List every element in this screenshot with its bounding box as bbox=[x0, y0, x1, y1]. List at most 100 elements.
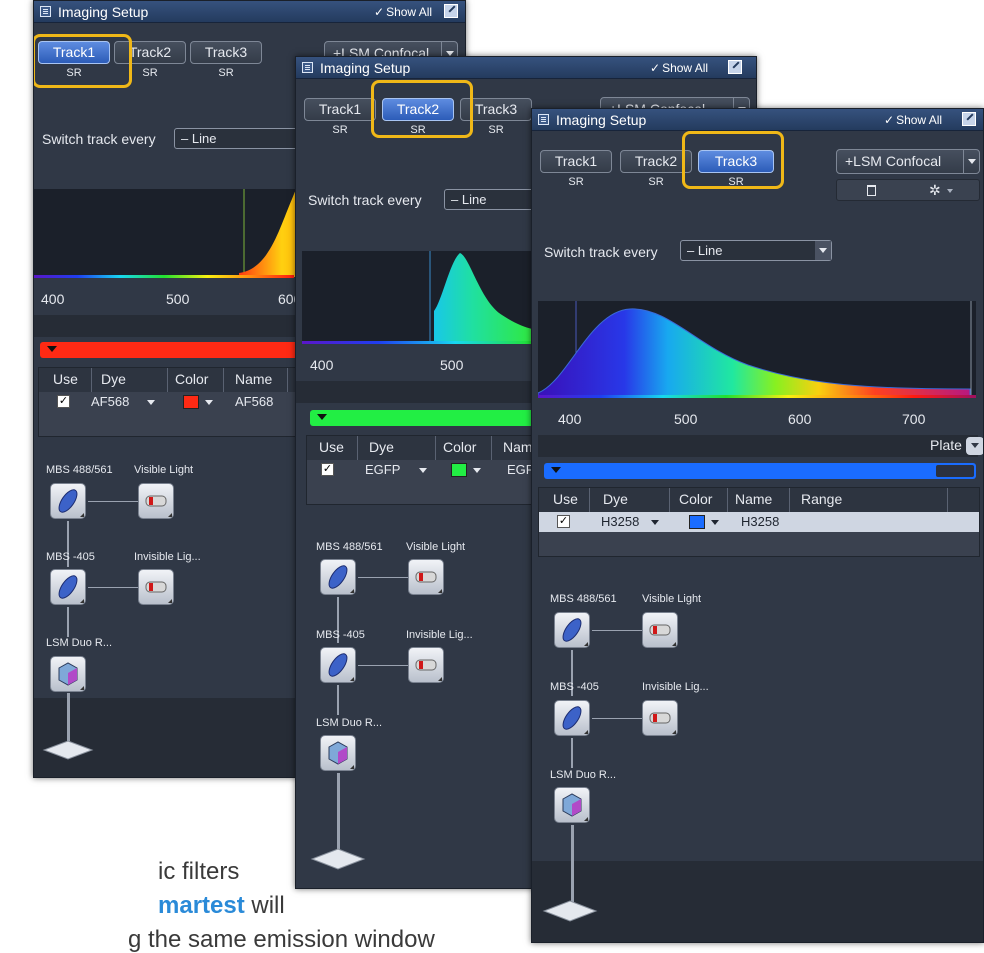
range-marker-icon[interactable] bbox=[317, 414, 327, 420]
wavelength-color-strip bbox=[34, 275, 294, 278]
dichroic-mirror-icon[interactable] bbox=[320, 559, 356, 595]
dye-dropdown-icon[interactable] bbox=[419, 468, 427, 473]
dye-row[interactable]: ✓ H3258 H3258 bbox=[539, 512, 979, 532]
emission-spectrum-view[interactable] bbox=[538, 301, 976, 397]
panel-icon bbox=[302, 62, 313, 73]
show-all-toggle[interactable]: Show All bbox=[884, 113, 942, 127]
track1-sr-label: SR bbox=[568, 176, 584, 188]
color-dropdown-icon[interactable] bbox=[205, 400, 213, 405]
gear-icon[interactable]: ✲ bbox=[929, 180, 941, 200]
channel-color-bar[interactable] bbox=[40, 342, 300, 358]
trash-icon[interactable] bbox=[867, 185, 876, 196]
detector-label: LSM Duo R... bbox=[550, 769, 617, 781]
show-all-toggle[interactable]: Show All bbox=[374, 5, 432, 19]
range-marker-icon[interactable] bbox=[551, 467, 561, 473]
dye-color-swatch[interactable] bbox=[183, 395, 199, 409]
expand-corner-icon bbox=[438, 677, 442, 681]
add-lsm-confocal-button[interactable]: +LSM Confocal bbox=[836, 149, 980, 174]
channel-color-bar[interactable] bbox=[544, 463, 976, 479]
dye-row[interactable]: ✓ AF568 AF568 bbox=[39, 392, 297, 412]
color-dropdown-icon[interactable] bbox=[473, 468, 481, 473]
color-dropdown-icon[interactable] bbox=[711, 520, 719, 525]
switch-track-label: Switch track every bbox=[544, 244, 658, 260]
connector-line bbox=[571, 825, 574, 905]
panel-titlebar[interactable]: Imaging Setup Show All bbox=[34, 1, 465, 23]
col-separator bbox=[287, 368, 288, 392]
chevron-down-icon[interactable] bbox=[947, 189, 953, 193]
expand-corner-icon bbox=[80, 513, 84, 517]
use-checkbox[interactable]: ✓ bbox=[57, 395, 70, 408]
detector-label: LSM Duo R... bbox=[316, 717, 383, 729]
channel-color-bar[interactable] bbox=[310, 410, 540, 426]
detector-label: LSM Duo R... bbox=[46, 637, 113, 649]
expand-corner-icon bbox=[350, 677, 354, 681]
dye-dropdown-icon[interactable] bbox=[651, 520, 659, 525]
connector-line bbox=[67, 607, 69, 637]
col-separator bbox=[167, 368, 168, 392]
axis-tick-label: 600 bbox=[788, 411, 812, 427]
stage-icon bbox=[310, 848, 366, 870]
laser-icon[interactable] bbox=[408, 647, 444, 683]
dye-dropdown-icon[interactable] bbox=[147, 400, 155, 405]
use-checkbox[interactable]: ✓ bbox=[557, 515, 570, 528]
track1-button[interactable]: Track1 bbox=[304, 98, 376, 121]
undock-icon[interactable] bbox=[728, 60, 742, 74]
chevron-down-icon[interactable] bbox=[815, 241, 831, 260]
panel-title: Imaging Setup bbox=[556, 112, 647, 128]
detector-cube-icon[interactable] bbox=[554, 787, 590, 823]
chevron-down-icon[interactable] bbox=[963, 150, 979, 173]
connector-line bbox=[358, 577, 408, 578]
switch-track-label: Switch track every bbox=[42, 131, 156, 147]
col-separator bbox=[589, 488, 590, 512]
dichroic-mirror-icon[interactable] bbox=[554, 612, 590, 648]
dye-select[interactable]: AF568 bbox=[91, 394, 129, 409]
laser-icon[interactable] bbox=[642, 700, 678, 736]
expand-corner-icon bbox=[584, 730, 588, 734]
undock-icon[interactable] bbox=[444, 4, 458, 18]
laser-icon[interactable] bbox=[642, 612, 678, 648]
stage-icon bbox=[542, 900, 598, 922]
dye-table: Use Dye Color Name ✓ EGFP EGFP bbox=[306, 435, 546, 505]
mbs-405-label: MBS -405 bbox=[550, 681, 599, 693]
range-marker-icon[interactable] bbox=[47, 346, 57, 352]
dichroic-mirror-icon[interactable] bbox=[554, 700, 590, 736]
connector-line bbox=[592, 718, 642, 719]
panel-titlebar[interactable]: Imaging Setup Show All bbox=[532, 109, 983, 131]
switch-track-label: Switch track every bbox=[308, 192, 422, 208]
connector-line bbox=[67, 693, 70, 741]
laser-icon[interactable] bbox=[138, 569, 174, 605]
col-header-color: Color bbox=[443, 439, 477, 455]
dye-color-swatch[interactable] bbox=[689, 515, 705, 529]
laser-icon[interactable] bbox=[138, 483, 174, 519]
mbs-405-label: MBS -405 bbox=[46, 551, 95, 563]
track-actions-bar: ✲ bbox=[836, 179, 980, 201]
detector-cube-icon[interactable] bbox=[50, 656, 86, 692]
expand-corner-icon bbox=[168, 513, 172, 517]
track3-button[interactable]: Track3 bbox=[190, 41, 262, 64]
panel-titlebar[interactable]: Imaging Setup Show All bbox=[296, 57, 756, 79]
mbs-488-561-label: MBS 488/561 bbox=[550, 593, 617, 605]
dichroic-mirror-icon[interactable] bbox=[50, 483, 86, 519]
plate-dropdown-icon[interactable] bbox=[966, 437, 983, 455]
expand-corner-icon bbox=[350, 765, 354, 769]
expand-corner-icon bbox=[584, 642, 588, 646]
connector-line bbox=[88, 587, 138, 588]
expand-corner-icon bbox=[672, 730, 676, 734]
dye-color-swatch[interactable] bbox=[451, 463, 467, 477]
dichroic-mirror-icon[interactable] bbox=[320, 647, 356, 683]
col-separator bbox=[727, 488, 728, 512]
detector-cube-icon[interactable] bbox=[320, 735, 356, 771]
expand-corner-icon bbox=[80, 599, 84, 603]
use-checkbox[interactable]: ✓ bbox=[321, 463, 334, 476]
dichroic-mirror-icon[interactable] bbox=[50, 569, 86, 605]
dye-select[interactable]: EGFP bbox=[365, 462, 400, 477]
switch-track-select[interactable]: – Line bbox=[680, 240, 832, 261]
dye-select[interactable]: H3258 bbox=[601, 514, 643, 529]
track1-button[interactable]: Track1 bbox=[540, 150, 612, 173]
show-all-toggle[interactable]: Show All bbox=[650, 61, 708, 75]
dye-row[interactable]: ✓ EGFP EGFP bbox=[307, 460, 545, 480]
undock-icon[interactable] bbox=[962, 112, 976, 126]
range-box[interactable] bbox=[936, 465, 974, 477]
laser-icon[interactable] bbox=[408, 559, 444, 595]
track-highlight-box bbox=[682, 131, 784, 189]
